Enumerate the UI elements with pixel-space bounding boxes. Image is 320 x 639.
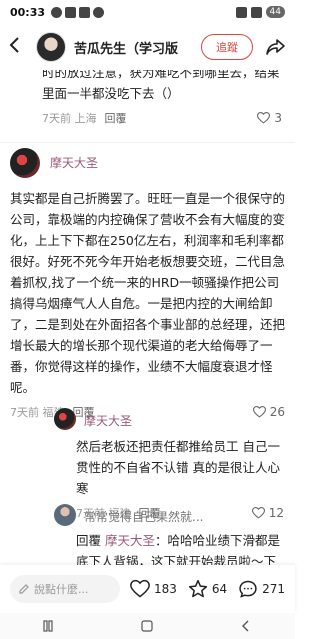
status-time: 00:33 <box>10 5 46 19</box>
battery-icon: 44 <box>265 6 285 18</box>
comment-meta: 7天前 上海 回覆 3 <box>42 110 282 126</box>
comment-author[interactable]: 摩天大圣 <box>84 412 132 429</box>
like-post-button[interactable]: 183 <box>130 579 177 599</box>
comment-input-placeholder: 說點什麼... <box>34 583 89 596</box>
comment-author[interactable]: 常常觉得自己果然就... <box>84 508 203 525</box>
follow-button[interactable]: 追蹤 <box>201 34 253 60</box>
like-count: 12 <box>268 506 284 520</box>
system-nav-bar <box>0 613 295 639</box>
comment-text: 然后老板还把责任都推给员工 自己一贯性的不自省不认错 真的是很让人心寒 <box>76 439 280 496</box>
heart-icon <box>251 507 265 519</box>
avatar[interactable] <box>54 408 76 430</box>
pencil-icon <box>19 584 29 594</box>
like-button[interactable]: 3 <box>257 111 282 125</box>
reply-button[interactable]: 回覆 <box>105 110 127 126</box>
avatar[interactable] <box>54 504 76 526</box>
back-arrow-icon[interactable] <box>8 36 28 59</box>
bottom-action-bar: 說點什麼... 183 64 271 <box>0 565 295 613</box>
comment-time-location: 7天前 上海 <box>42 112 97 125</box>
heart-icon <box>257 112 271 124</box>
signal-icon <box>235 6 247 18</box>
author-name[interactable]: 苦瓜先生（学习版 <box>74 38 201 57</box>
share-icon[interactable] <box>265 36 287 58</box>
like-button[interactable]: 26 <box>252 405 285 419</box>
app-icon <box>79 6 91 18</box>
star-icon <box>188 579 207 598</box>
reply-tag: 回覆 <box>76 533 102 548</box>
comment-author[interactable]: 摩天大圣 <box>50 154 98 171</box>
app-icon <box>93 6 105 18</box>
divider <box>0 142 295 143</box>
like-count: 26 <box>269 405 285 419</box>
home-icon[interactable] <box>140 619 154 633</box>
comment-input[interactable]: 說點什麼... <box>10 575 120 603</box>
like-button[interactable]: 12 <box>251 506 284 520</box>
comment-text: 时的放过注意，获为难吃不到哪里去，结果里面一半都没吃下去（） <box>42 70 280 101</box>
comment-bubble-icon <box>239 580 257 598</box>
like-count: 3 <box>274 111 282 125</box>
back-icon[interactable] <box>239 619 253 633</box>
heart-icon <box>130 579 150 598</box>
favorite-button[interactable]: 64 <box>188 579 227 599</box>
comment-meta: 7天前 福建 回覆 26 <box>10 404 285 420</box>
app-icon <box>65 6 77 18</box>
reply-to-user[interactable]: 摩天大圣 <box>105 533 155 548</box>
author-avatar[interactable] <box>36 32 66 62</box>
previous-comment: 时的放过注意，获为难吃不到哪里去，结果里面一半都没吃下去（） 7天前 上海 回覆… <box>42 70 282 126</box>
notification-icon <box>51 6 63 18</box>
status-bar: 00:33 44 <box>0 0 295 24</box>
comment-text: 其实都是自己折腾罢了。旺旺一直是一个很保守的公司，靠极端的内控确保了营收不会有大… <box>10 191 286 395</box>
comment-button[interactable]: 271 <box>238 579 285 599</box>
comment-count: 271 <box>262 582 285 596</box>
status-icons <box>51 6 105 18</box>
avatar[interactable] <box>10 148 40 178</box>
comment-text: 回覆 摩天大圣：哈哈哈业绩下滑都是底下人背锅，这下就开始裁员啦～下一部 <box>76 530 284 565</box>
header: 苦瓜先生（学习版 追蹤 <box>0 24 295 70</box>
recent-apps-icon[interactable] <box>42 619 56 633</box>
wifi-icon <box>250 6 262 18</box>
heart-icon <box>252 406 266 418</box>
like-count: 183 <box>154 582 177 596</box>
comment-list: 时的放过注意，获为难吃不到哪里去，结果里面一半都没吃下去（） 7天前 上海 回覆… <box>0 70 295 565</box>
favorite-count: 64 <box>211 582 228 596</box>
